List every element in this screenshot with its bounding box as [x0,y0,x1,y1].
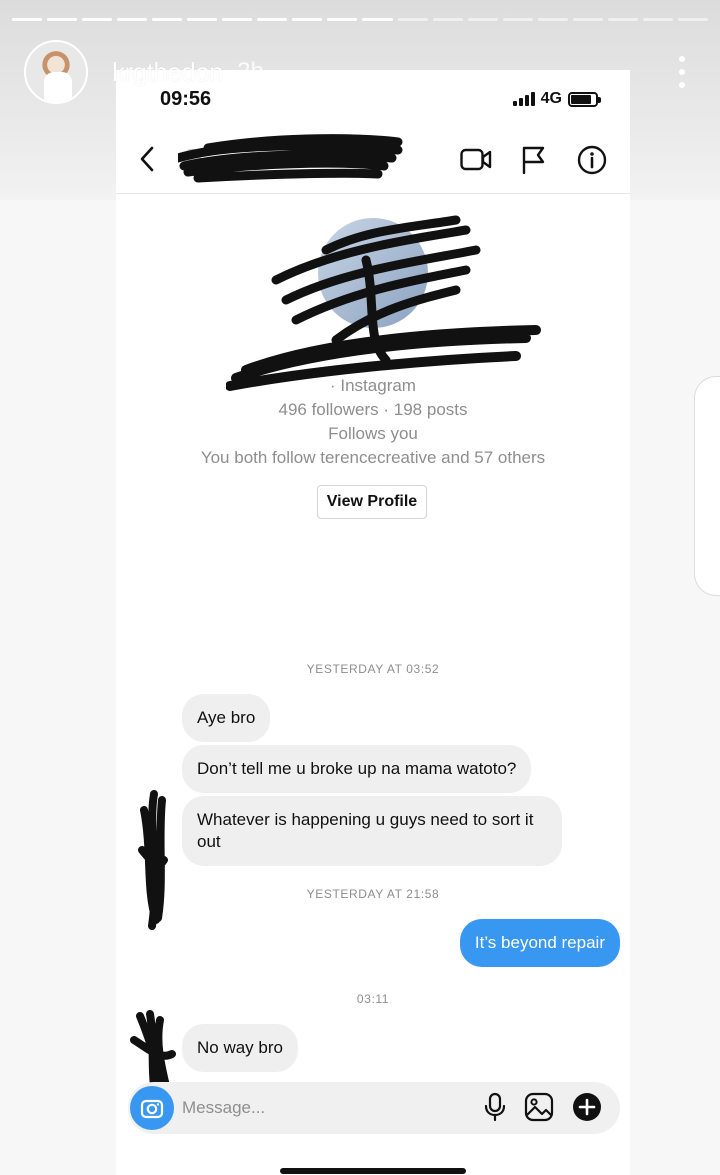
message-composer [128,1082,620,1134]
story-header: krgthedon 2h [24,40,696,104]
chevron-left-icon [140,146,154,172]
more-dots-icon [679,56,685,62]
timestamp-divider: 03:11 [356,992,390,1006]
composer-actions [484,1092,602,1122]
story-progress-segment [677,18,708,21]
profile-username-line: · Instagram [330,376,416,395]
timestamp-divider: YESTERDAY AT 21:58 [306,887,440,901]
add-icon[interactable] [572,1092,602,1122]
report-button[interactable] [518,144,550,176]
gallery-icon[interactable] [524,1092,554,1122]
story-progress-segment [397,18,428,21]
story-progress-segment [502,18,533,21]
view-profile-button[interactable]: View Profile [317,485,427,519]
story-avatar[interactable] [24,40,88,104]
more-options-button[interactable] [676,56,688,88]
timestamp-divider: YESTERDAY AT 03:52 [306,662,440,676]
back-button[interactable] [136,144,160,174]
profile-stats: 496 followers · 198 posts [278,400,468,419]
redacted-profile [226,215,541,391]
message-bubble-incoming[interactable]: Whatever is happening u guys need to sor… [182,796,562,866]
story-frame: 09:56 4G · Instagram 496 followers · 198… [0,0,720,1175]
video-call-icon [460,148,492,171]
redacted-sender-avatar [138,790,168,930]
story-username[interactable]: krgthedon [112,57,224,88]
flag-icon [522,146,545,175]
story-progress-segment [152,18,183,21]
story-progress-segment [607,18,638,21]
message-bubble-incoming[interactable]: Don’t tell me u broke up na mama watoto? [182,745,532,793]
message-bubble-outgoing[interactable]: It’s beyond repair [459,919,620,967]
story-progress-segment [82,18,113,21]
story-progress-segment [467,18,498,21]
info-icon [577,145,607,175]
redacted-contact-name [178,134,403,183]
home-indicator [280,1168,466,1174]
story-progress-segment [12,18,43,21]
next-story-card[interactable] [694,376,720,596]
info-button[interactable] [576,144,608,176]
message-bubble-incoming[interactable]: No way bro [182,1024,298,1072]
story-progress-segment [642,18,673,21]
story-progress-segment [572,18,603,21]
story-progress-segment [432,18,463,21]
microphone-icon[interactable] [484,1092,506,1122]
message-bubble-incoming[interactable]: Aye bro [182,694,271,742]
header-actions [460,144,608,176]
dm-screenshot: 09:56 4G · Instagram 496 followers · 198… [116,70,630,1175]
story-time-ago: 2h [237,58,264,85]
story-progress-segment [292,18,323,21]
story-progress-segment [187,18,218,21]
video-call-button[interactable] [460,144,492,176]
story-progress-segment [222,18,253,21]
mutual-followers: You both follow terencecreative and 57 o… [200,448,546,467]
story-progress-segment [117,18,148,21]
follows-you-label: Follows you [328,424,418,443]
story-progress [12,18,708,22]
story-progress-segment [537,18,568,21]
story-progress-segment [327,18,358,21]
story-progress-segment [362,18,393,21]
camera-button[interactable] [130,1086,174,1130]
story-progress-segment [47,18,78,21]
camera-icon [140,1099,164,1119]
dm-header [116,128,630,194]
message-input[interactable] [182,1092,462,1124]
story-progress-segment [257,18,288,21]
